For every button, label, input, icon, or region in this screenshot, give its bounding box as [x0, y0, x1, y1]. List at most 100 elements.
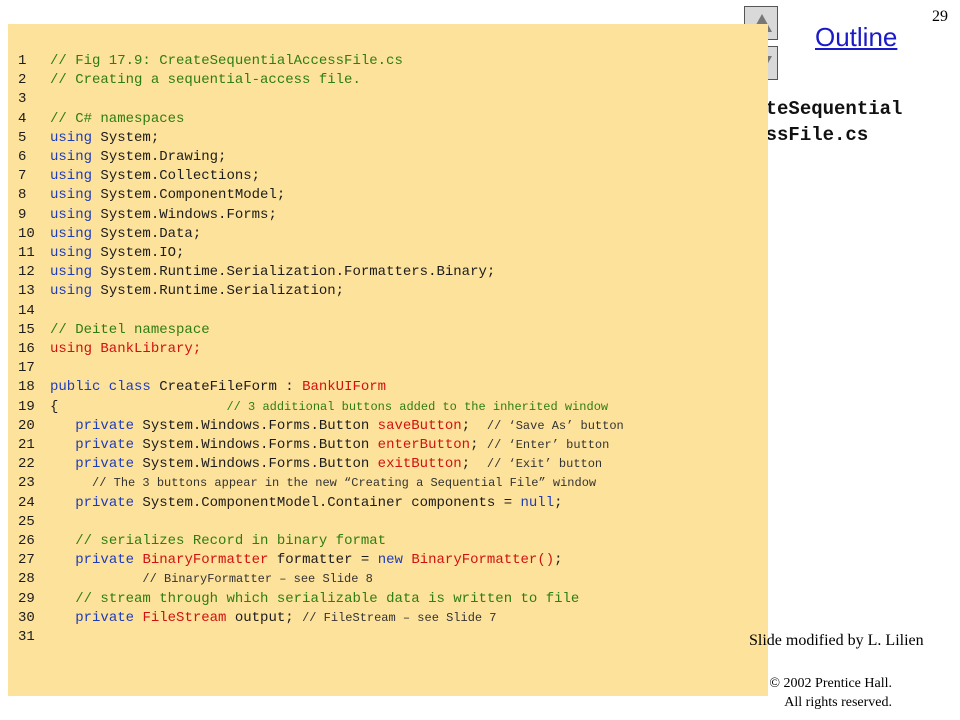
code-line: 5 using System; [8, 129, 624, 148]
line-number: 14 [18, 302, 35, 319]
code-token: System.Windows.Forms; [92, 206, 277, 223]
code-line: 15 // Deitel namespace [8, 321, 624, 340]
code-line: 6 using System.Drawing; [8, 148, 624, 167]
code-line: 7 using System.Collections; [8, 167, 624, 186]
code-token: saveButton [377, 417, 462, 434]
line-number: 18 [18, 379, 35, 396]
code-token: // Deitel namespace [50, 321, 210, 338]
code-token: // ‘Enter’ button [486, 438, 610, 453]
code-token: using [50, 149, 93, 166]
code-token: formatter = [268, 552, 378, 569]
code-line: 20 private System.Windows.Forms.Button s… [8, 417, 624, 436]
slide-modified-note: Slide modified by L. Lilien [749, 632, 924, 649]
code-line: 3 [8, 90, 624, 109]
code-token: private [75, 456, 135, 473]
code-line: 28 // BinaryFormatter – see Slide 8 [8, 570, 624, 589]
code-line: 1 // Fig 17.9: CreateSequentialAccessFile… [8, 52, 624, 71]
code-token: private [75, 609, 135, 626]
code-line: 18 public class CreateFileForm : BankUIFo… [8, 378, 624, 397]
line-number: 22 [18, 456, 35, 473]
line-number: 10 [18, 225, 35, 242]
code-line: 4 // C# namespaces [8, 110, 624, 129]
code-token: System.ComponentModel; [92, 187, 286, 204]
code-token: // stream through which serializable dat… [75, 590, 580, 607]
outline-link[interactable]: Outline [815, 22, 897, 53]
code-token: using [50, 168, 93, 185]
code-listing: 1 // Fig 17.9: CreateSequentialAccessFile… [8, 52, 624, 647]
line-number: 26 [18, 533, 35, 550]
line-number: 24 [18, 494, 35, 511]
code-token: // The 3 buttons appear in the new “Crea… [92, 476, 597, 491]
code-token: ; [554, 552, 563, 569]
code-token: // BinaryFormatter – see Slide 8 [142, 572, 373, 587]
code-token: using [50, 283, 93, 300]
code-token: { [50, 398, 227, 415]
code-line: 10 using System.Data; [8, 225, 624, 244]
code-line: 19 { // 3 additional buttons added to the… [8, 398, 624, 417]
code-token: // Creating a sequential-access file. [50, 72, 361, 89]
code-token: public class [50, 379, 151, 396]
code-token: private [75, 437, 135, 454]
code-token: private [75, 552, 135, 569]
code-line: 12 using System.Runtime.Serialization.For… [8, 263, 624, 282]
line-number: 30 [18, 609, 35, 626]
code-token: // FileStream – see Slide 7 [302, 610, 497, 625]
code-panel: 1 // Fig 17.9: CreateSequentialAccessFile… [8, 24, 768, 696]
line-number: 2 [18, 72, 27, 89]
code-line: 13 using System.Runtime.Serialization; [8, 282, 624, 301]
code-token: using [50, 129, 93, 146]
line-number: 5 [18, 129, 27, 146]
code-line: 11 using System.IO; [8, 244, 624, 263]
line-number: 12 [18, 264, 35, 281]
code-token: enterButton [377, 437, 471, 454]
code-token: System.Runtime.Serialization.Formatters.… [92, 264, 496, 281]
line-number: 9 [18, 206, 27, 223]
code-line: 21 private System.Windows.Forms.Button e… [8, 436, 624, 455]
code-token: System.Runtime.Serialization; [92, 283, 345, 300]
code-line: 9 using System.Windows.Forms; [8, 206, 624, 225]
line-number: 25 [18, 513, 35, 530]
code-line: 2 // Creating a sequential-access file. [8, 71, 624, 90]
line-number: 19 [18, 398, 35, 415]
code-token: System; [92, 129, 160, 146]
code-token: BinaryFormatter [142, 552, 269, 569]
line-number: 31 [18, 629, 35, 646]
code-token: System.Windows.Forms.Button [134, 456, 378, 473]
code-token: // serializes Record in binary format [75, 533, 387, 550]
code-token: ; [461, 417, 487, 434]
code-token: // ‘Exit’ button [486, 457, 603, 472]
code-line: 26 // serializes Record in binary format [8, 532, 624, 551]
code-token: ; [470, 437, 487, 454]
code-line: 29 // stream through which serializable … [8, 590, 624, 609]
code-token: using BankLibrary; [50, 341, 202, 358]
code-token: // 3 additional buttons added to the inh… [226, 399, 609, 414]
code-token: System.Windows.Forms.Button [134, 437, 378, 454]
code-token: using [50, 225, 93, 242]
code-token: System.Drawing; [92, 149, 227, 166]
page-number: 29 [932, 8, 948, 25]
code-token: ; [461, 456, 487, 473]
line-number: 28 [18, 571, 35, 588]
code-token: BankUIForm [302, 379, 387, 396]
line-number: 16 [18, 341, 35, 358]
copyright-line2: All rights reserved. [784, 695, 892, 710]
code-line: 8 using System.ComponentModel; [8, 186, 624, 205]
code-token: private [75, 417, 135, 434]
code-token: using [50, 264, 93, 281]
line-number: 20 [18, 417, 35, 434]
line-number: 3 [18, 91, 27, 108]
code-token: exitButton [377, 456, 462, 473]
code-line: 17 [8, 359, 624, 378]
code-line: 30 private FileStream output; // FileStr… [8, 609, 624, 628]
code-token: output; [226, 609, 303, 626]
code-token: using [50, 187, 93, 204]
code-token: new [377, 552, 403, 569]
